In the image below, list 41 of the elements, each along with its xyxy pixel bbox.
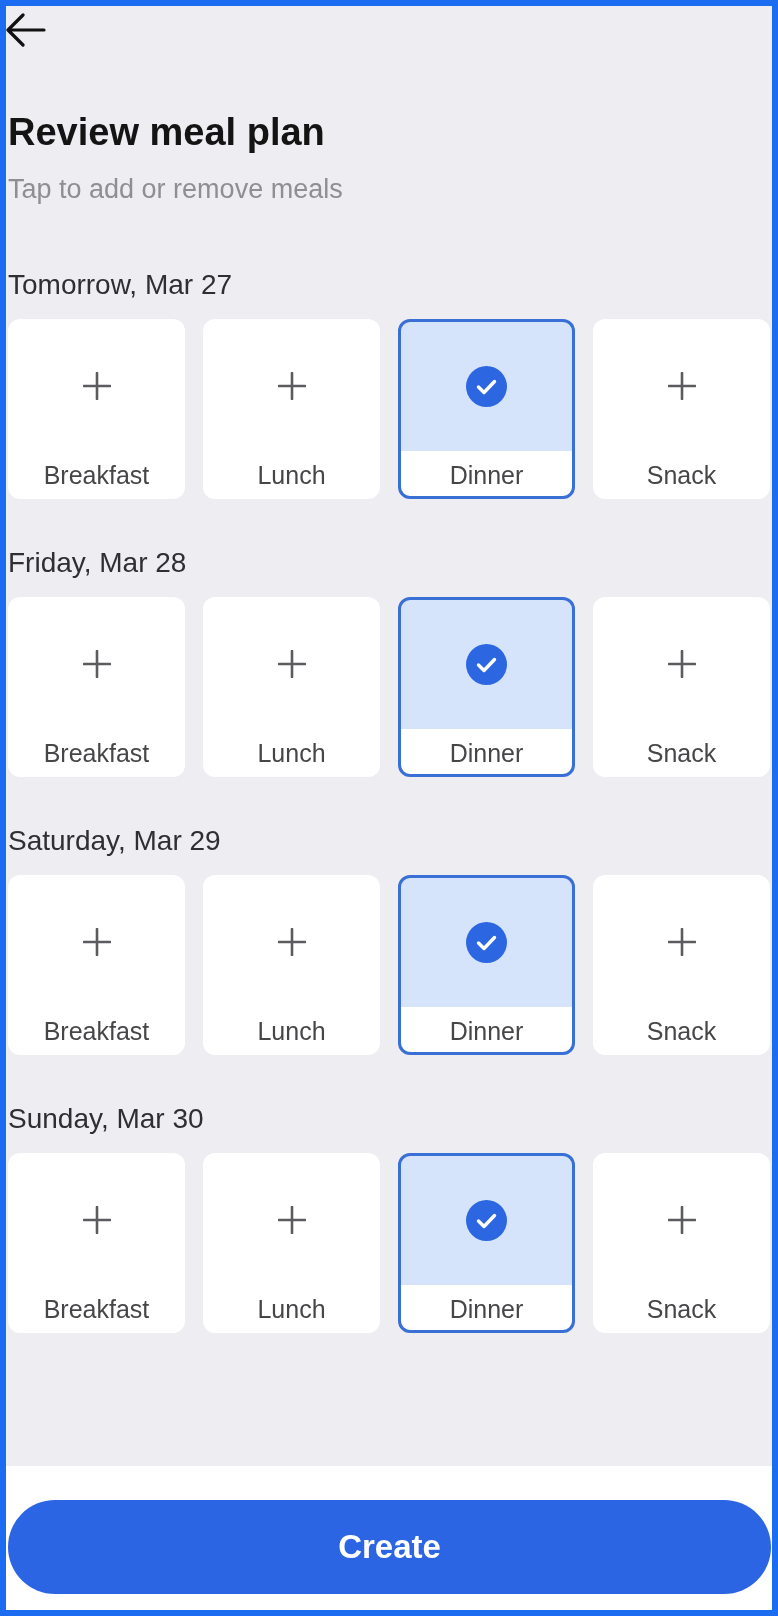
meal-card[interactable]: Breakfast — [8, 597, 185, 777]
meal-card[interactable]: Lunch — [203, 319, 380, 499]
meal-card[interactable]: Dinner — [398, 597, 575, 777]
day-heading: Friday, Mar 28 — [8, 546, 187, 580]
plus-icon — [82, 1206, 111, 1234]
meal-card[interactable]: Lunch — [203, 597, 380, 777]
check-circle-icon — [466, 643, 507, 685]
plus-icon — [82, 372, 111, 400]
back-button[interactable] — [6, 13, 46, 47]
check-circle-icon — [466, 921, 507, 963]
meal-card[interactable]: Breakfast — [8, 319, 185, 499]
day-heading: Sunday, Mar 30 — [8, 1102, 204, 1136]
back-arrow-icon — [6, 13, 46, 47]
plus-icon — [277, 1206, 306, 1234]
meal-card[interactable]: Snack — [593, 597, 770, 777]
meal-card[interactable]: Snack — [593, 1153, 770, 1333]
plus-icon — [82, 928, 111, 956]
meal-card[interactable]: Lunch — [203, 875, 380, 1055]
page-subtitle: Tap to add or remove meals — [8, 173, 343, 205]
plus-icon — [277, 650, 306, 678]
plus-icon — [667, 650, 696, 678]
plus-icon — [667, 1206, 696, 1234]
meal-card[interactable]: Breakfast — [8, 875, 185, 1055]
meal-card[interactable]: Breakfast — [8, 1153, 185, 1333]
meal-card[interactable]: Snack — [593, 875, 770, 1055]
day-heading: Tomorrow, Mar 27 — [8, 268, 233, 302]
meal-card[interactable]: Dinner — [398, 1153, 575, 1333]
check-circle-icon — [466, 1199, 507, 1241]
plus-icon — [82, 650, 111, 678]
plus-icon — [277, 928, 306, 956]
meal-card[interactable]: Dinner — [398, 875, 575, 1055]
page-title: Review meal plan — [8, 110, 325, 154]
plus-icon — [667, 928, 696, 956]
plus-icon — [277, 372, 306, 400]
meal-card[interactable]: Lunch — [203, 1153, 380, 1333]
meal-card[interactable]: Dinner — [398, 319, 575, 499]
check-circle-icon — [466, 365, 507, 407]
day-heading: Saturday, Mar 29 — [8, 824, 221, 858]
meal-card[interactable]: Snack — [593, 319, 770, 499]
plus-icon — [667, 372, 696, 400]
create-button[interactable]: Create — [8, 1500, 771, 1594]
